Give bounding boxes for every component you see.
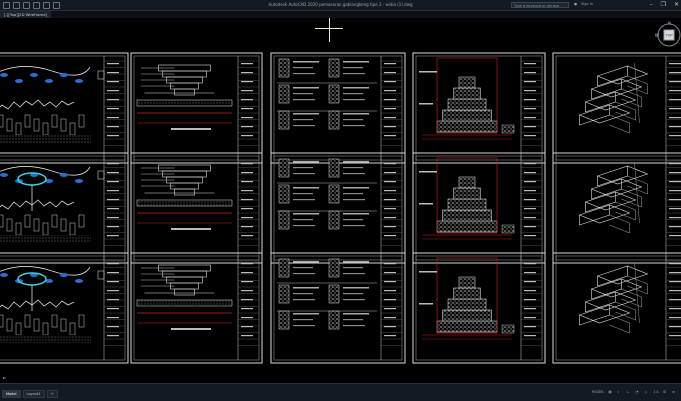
tab-layout1[interactable]: Layout1 bbox=[22, 390, 45, 398]
drawing-sheet bbox=[270, 52, 406, 164]
drawing-sheet bbox=[270, 252, 406, 364]
compass-north: N bbox=[668, 21, 671, 25]
user-icon[interactable]: ● bbox=[574, 2, 577, 6]
drawing-sheet bbox=[0, 152, 129, 264]
model-space-button[interactable]: MODEL bbox=[592, 390, 605, 395]
viewport-controls-label[interactable]: [-][Top][2D Wireframe] bbox=[0, 11, 52, 18]
drawing-sheet bbox=[552, 52, 681, 164]
command-prompt: ► bbox=[3, 375, 7, 380]
viewcube-icon[interactable]: TOP W N bbox=[651, 20, 681, 50]
minimize-button[interactable]: – bbox=[650, 1, 653, 8]
search-input[interactable]: Type a keyword or phrase bbox=[511, 2, 569, 8]
grid-icon[interactable]: ▦ bbox=[608, 390, 613, 395]
drawing-sheet bbox=[270, 152, 406, 264]
gear-icon[interactable]: ⚙ bbox=[663, 390, 668, 395]
drawing-sheet bbox=[412, 252, 546, 364]
osnap-icon[interactable]: ◇ bbox=[644, 390, 649, 395]
drawing-sheet bbox=[412, 152, 546, 264]
restore-button[interactable]: ❐ bbox=[661, 1, 666, 8]
drawing-sheet bbox=[130, 252, 263, 364]
title-bar: Autodesk AutoCAD 2020 pemasaran gabiongk… bbox=[0, 0, 681, 11]
drawing-sheet bbox=[130, 152, 263, 264]
viewcube-face: TOP bbox=[664, 34, 672, 38]
drawing-sheet bbox=[412, 52, 546, 164]
drawing-sheet bbox=[130, 52, 263, 164]
annotation-scale[interactable]: 1:1 bbox=[653, 390, 659, 395]
sign-in-button[interactable]: Sign In bbox=[581, 2, 593, 6]
drawing-svg bbox=[0, 52, 681, 364]
drawing-sheet bbox=[0, 52, 129, 164]
status-tools: MODEL ▦ ⌗ ∟ ◔ ◇ 1:1 ⚙ ≡ bbox=[592, 390, 677, 395]
close-button[interactable]: ✕ bbox=[674, 1, 679, 8]
polar-icon[interactable]: ◔ bbox=[635, 390, 640, 395]
menu-icon[interactable]: ≡ bbox=[672, 390, 677, 395]
drawing-sheet bbox=[0, 252, 129, 364]
snap-icon[interactable]: ⌗ bbox=[617, 390, 622, 395]
layout-tabs: Model Layout1 + bbox=[2, 390, 58, 398]
viewport-bar: [-][Top][2D Wireframe] bbox=[0, 11, 681, 18]
ortho-icon[interactable]: ∟ bbox=[626, 390, 631, 395]
drawing-sheet bbox=[552, 152, 681, 264]
compass-west: W bbox=[655, 33, 659, 38]
command-line[interactable]: ► bbox=[0, 374, 681, 382]
tab-model[interactable]: Model bbox=[2, 390, 21, 398]
drawing-sheet bbox=[552, 252, 681, 364]
sheet-grid bbox=[0, 52, 681, 364]
drawing-canvas[interactable] bbox=[0, 18, 681, 383]
status-bar: Model Layout1 + MODEL ▦ ⌗ ∟ ◔ ◇ 1:1 ⚙ ≡ bbox=[0, 383, 681, 401]
tab-add[interactable]: + bbox=[46, 390, 58, 398]
